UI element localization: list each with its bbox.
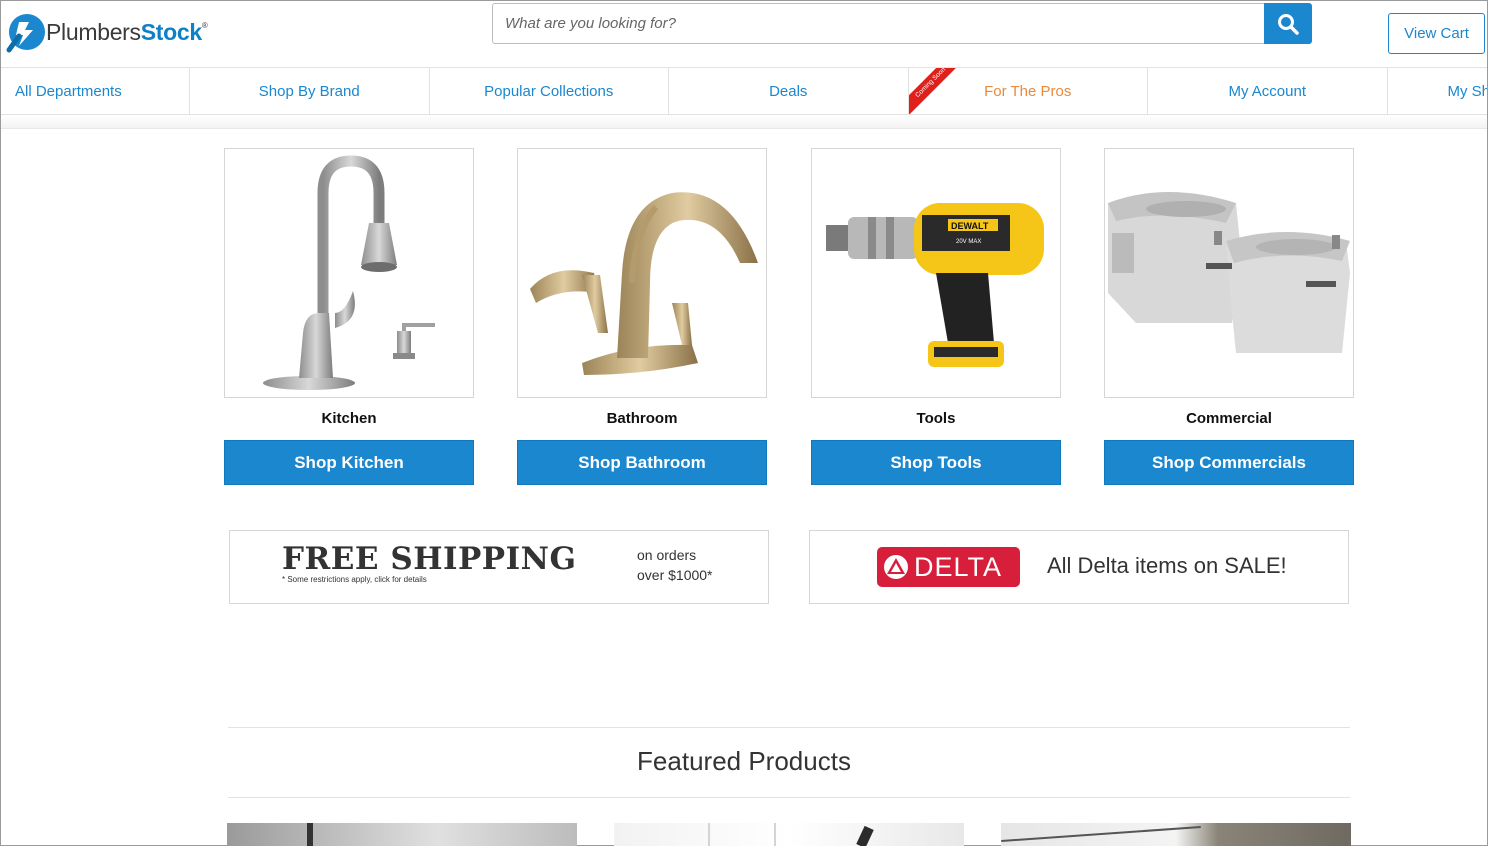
impact-wrench-icon: DEWALT 20V MAX	[826, 203, 1044, 367]
search-input[interactable]	[492, 3, 1264, 44]
shop-tools-button[interactable]: Shop Tools	[811, 440, 1061, 485]
logo-text-stock: Stock	[140, 18, 202, 45]
site-header: PlumbersStock® View Cart	[1, 1, 1487, 67]
category-label: Bathroom	[606, 410, 678, 427]
bathroom-faucet-icon	[530, 192, 758, 375]
tools-image[interactable]: DEWALT 20V MAX	[811, 148, 1061, 398]
nav-my-account[interactable]: My Account	[1148, 68, 1388, 114]
category-bathroom: Bathroom Shop Bathroom	[517, 148, 767, 485]
plumbersstock-logo[interactable]: PlumbersStock®	[5, 9, 208, 55]
free-shipping-title: FREE SHIPPING	[282, 541, 577, 577]
nav-for-the-pros-label: For The Pros	[984, 82, 1072, 100]
coming-soon-ribbon: Coming Soon	[908, 68, 964, 114]
search-bar	[492, 3, 1312, 44]
featured-product-image[interactable]	[614, 823, 964, 846]
shop-commercials-button[interactable]: Shop Commercials	[1104, 440, 1354, 485]
category-commercial: Commercial Shop Commercials	[1104, 148, 1354, 485]
delta-sale-banner[interactable]: DELTA All Delta items on SALE!	[809, 530, 1349, 604]
drill-brand-label: DEWALT	[951, 221, 989, 231]
view-cart-button[interactable]: View Cart	[1388, 13, 1485, 54]
logo-mark-icon	[6, 14, 45, 53]
delta-logo: DELTA	[877, 547, 1020, 587]
shop-kitchen-button[interactable]: Shop Kitchen	[224, 440, 474, 485]
divider	[228, 727, 1350, 728]
free-shipping-line1: on orders	[637, 547, 697, 563]
kitchen-faucet-icon	[263, 155, 435, 390]
nav-for-the-pros[interactable]: Coming Soon For The Pros	[908, 68, 1148, 114]
nav-popular-collections[interactable]: Popular Collections	[430, 68, 669, 114]
commercial-image[interactable]	[1104, 148, 1354, 398]
nav-all-departments[interactable]: All Departments	[1, 68, 190, 114]
category-label: Tools	[916, 410, 956, 427]
category-kitchen: Kitchen Shop Kitchen	[224, 148, 474, 485]
nav-deals[interactable]: Deals	[669, 68, 909, 114]
category-label: Commercial	[1186, 410, 1272, 427]
nav-my-shop[interactable]: My Sh	[1388, 68, 1488, 114]
featured-product-image[interactable]	[227, 823, 577, 846]
logo-registered: ®	[201, 20, 208, 30]
search-icon	[1278, 13, 1299, 35]
featured-products-heading: Featured Products	[637, 746, 851, 776]
delta-triangle-icon	[884, 555, 908, 579]
drinking-fountain-icon	[1108, 192, 1350, 353]
shop-bathroom-button[interactable]: Shop Bathroom	[517, 440, 767, 485]
category-tools: DEWALT 20V MAX Tools Shop Tools	[811, 148, 1061, 485]
drill-voltage-label: 20V MAX	[956, 239, 981, 245]
free-shipping-terms: on orders over $1000*	[637, 545, 713, 585]
logo-text-plumbers: Plumbers	[46, 18, 141, 45]
delta-sale-text: All Delta items on SALE!	[1047, 553, 1287, 578]
category-label: Kitchen	[321, 410, 377, 427]
delta-logo-text: DELTA	[914, 551, 1003, 582]
bathroom-image[interactable]	[517, 148, 767, 398]
featured-product-image[interactable]	[1001, 823, 1351, 846]
main-nav: All Departments Shop By Brand Popular Co…	[1, 67, 1487, 115]
free-shipping-note: * Some restrictions apply, click for det…	[282, 575, 427, 584]
divider	[228, 797, 1350, 798]
logo-wordmark: PlumbersStock®	[46, 19, 208, 46]
search-button[interactable]	[1264, 3, 1312, 44]
kitchen-image[interactable]	[224, 148, 474, 398]
nav-shadow	[1, 115, 1487, 129]
free-shipping-line2: over $1000*	[637, 567, 713, 583]
nav-shop-by-brand[interactable]: Shop By Brand	[190, 68, 430, 114]
free-shipping-banner[interactable]: FREE SHIPPING * Some restrictions apply,…	[229, 530, 769, 604]
